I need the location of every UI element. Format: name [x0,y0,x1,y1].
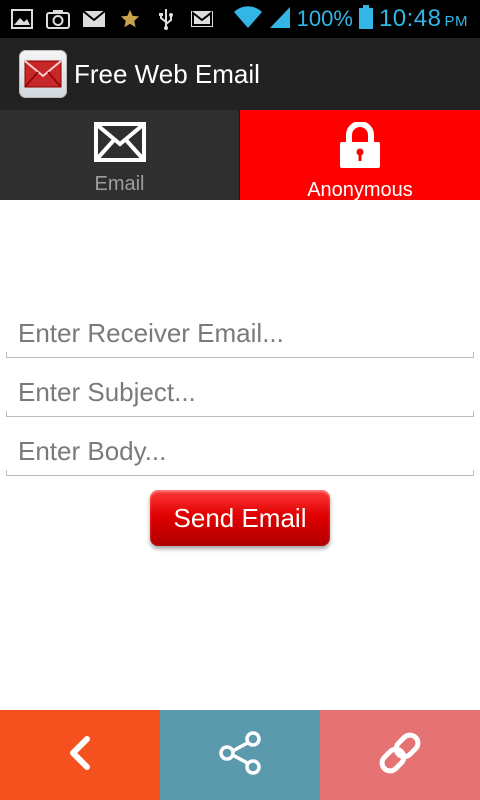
subject-input[interactable] [6,367,474,417]
body-input[interactable] [6,426,474,476]
envelope-app-icon[interactable] [19,50,67,98]
battery-percent: 100% [296,6,353,31]
camera-icon [46,8,70,30]
envelope-icon [93,122,146,167]
status-bar: 100% 10:48 PM [0,0,480,38]
star-icon [118,8,142,30]
clock: 10:48 PM [379,5,468,33]
receiver-email-field [6,308,474,358]
send-email-button[interactable]: Send Email [150,490,330,546]
notification-icons [10,6,214,32]
battery-icon [358,4,373,34]
signal-icon [269,5,291,34]
clock-ampm: PM [444,13,468,30]
wifi-icon [233,5,263,34]
tab-anonymous[interactable]: Anonymous [240,110,480,201]
tab-anonymous-label: Anonymous [307,179,413,201]
receiver-email-input[interactable] [6,308,474,358]
share-button[interactable] [160,710,320,800]
usb-icon [154,8,178,30]
system-status: 100% 10:48 PM [233,4,468,34]
tab-bar: Email Anonymous [0,110,480,201]
share-icon [217,730,263,781]
tab-email[interactable]: Email [0,110,240,200]
subject-underline [6,411,474,417]
image-icon [10,8,34,30]
subject-field [6,367,474,417]
gmail-icon [190,8,214,30]
link-button[interactable] [320,710,480,800]
bottom-bar [0,710,480,800]
mail-icon [82,8,106,30]
back-button[interactable] [0,710,160,800]
app-title: Free Web Email [74,58,260,89]
back-icon [65,733,95,778]
tab-email-label: Email [94,173,145,195]
clock-time: 10:48 [378,5,442,32]
body-field [6,426,474,476]
receiver-email-underline [6,352,474,358]
action-bar: Free Web Email [0,38,480,110]
body-underline [6,470,474,476]
lock-icon [338,121,382,173]
link-icon [375,728,425,783]
